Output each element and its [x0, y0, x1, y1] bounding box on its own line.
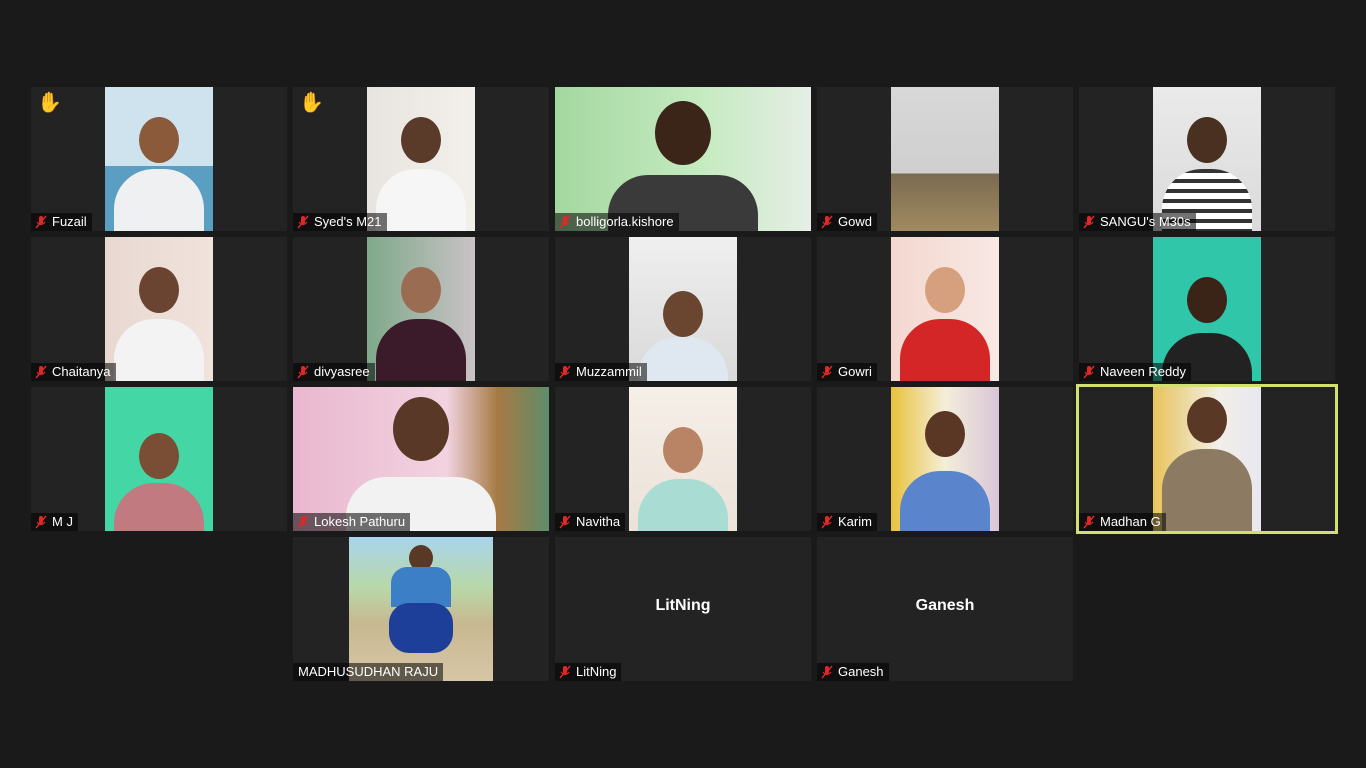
raised-hand-icon: ✋ — [37, 92, 62, 114]
participant-name-label: Chaitanya — [31, 363, 116, 381]
participant-name-label: Muzzammil — [555, 363, 647, 381]
participant-tile-lokesh-pathuru[interactable]: Lokesh Pathuru — [293, 387, 549, 531]
participant-tile-karim[interactable]: Karim — [817, 387, 1073, 531]
video-feed — [1153, 387, 1261, 531]
participant-name-label: Fuzail — [31, 213, 92, 231]
mic-muted-icon — [297, 515, 309, 529]
mic-muted-icon — [297, 215, 309, 229]
mic-muted-icon — [1083, 515, 1095, 529]
participant-tile-madhusudhan-raju[interactable]: MADHUSUDHAN RAJU — [293, 537, 549, 681]
video-feed — [367, 87, 475, 231]
participant-name-label: divyasree — [293, 363, 375, 381]
gallery-grid: ✋ Fuzail ✋ Syed's M21 bolligorla.kishore — [31, 87, 1338, 681]
participant-display-name: LitNing — [655, 597, 711, 614]
participant-name-label: Navitha — [555, 513, 626, 531]
mic-muted-icon — [35, 365, 47, 379]
mic-muted-icon — [821, 665, 833, 679]
participant-tile-ganesh[interactable]: Ganesh Ganesh — [817, 537, 1073, 681]
mic-muted-icon — [559, 365, 571, 379]
mic-muted-icon — [559, 665, 571, 679]
video-feed — [629, 387, 737, 531]
participant-name-label: Gowd — [817, 213, 877, 231]
participant-tile-divyasree[interactable]: divyasree — [293, 237, 549, 381]
participant-name-label: Naveen Reddy — [1079, 363, 1191, 381]
mic-muted-icon — [821, 365, 833, 379]
mic-muted-icon — [559, 215, 571, 229]
participant-name-label: Syed's M21 — [293, 213, 387, 231]
mic-muted-icon — [1083, 365, 1095, 379]
mic-muted-icon — [821, 515, 833, 529]
participant-tile-fuzail[interactable]: ✋ Fuzail — [31, 87, 287, 231]
mic-muted-icon — [559, 515, 571, 529]
participant-tile-naveen-reddy[interactable]: Naveen Reddy — [1079, 237, 1335, 381]
raised-hand-icon: ✋ — [299, 92, 324, 114]
participant-tile-syeds-m21[interactable]: ✋ Syed's M21 — [293, 87, 549, 231]
participant-name-label: MADHUSUDHAN RAJU — [293, 663, 444, 681]
participant-name-label: Gowri — [817, 363, 877, 381]
video-feed — [1153, 237, 1261, 381]
participant-tile-gowd[interactable]: Gowd — [817, 87, 1073, 231]
mic-muted-icon — [35, 215, 47, 229]
video-feed — [1153, 87, 1261, 231]
participant-name-label: LitNing — [555, 663, 622, 681]
participant-tile-navitha[interactable]: Navitha — [555, 387, 811, 531]
participant-tile-m-j[interactable]: M J — [31, 387, 287, 531]
video-feed — [891, 237, 999, 381]
participant-tile-chaitanya[interactable]: Chaitanya — [31, 237, 287, 381]
participant-name-label: Ganesh — [817, 663, 889, 681]
participant-tile-muzzammil[interactable]: Muzzammil — [555, 237, 811, 381]
participant-tile-madhan-g[interactable]: Madhan G — [1076, 384, 1338, 534]
participant-tile-sangus-m30s[interactable]: SANGU's M30s — [1079, 87, 1335, 231]
video-feed — [891, 387, 999, 531]
video-feed — [293, 387, 549, 531]
video-feed — [555, 87, 811, 231]
mic-muted-icon — [821, 215, 833, 229]
participant-name-label: Madhan G — [1079, 513, 1166, 531]
participant-name-label: M J — [31, 513, 78, 531]
participant-tile-gowri[interactable]: Gowri — [817, 237, 1073, 381]
mic-muted-icon — [1083, 215, 1095, 229]
video-feed — [105, 237, 213, 381]
video-feed — [349, 537, 493, 681]
participant-name-label: Lokesh Pathuru — [293, 513, 411, 531]
video-feed — [629, 237, 737, 381]
participant-name-label: SANGU's M30s — [1079, 213, 1196, 231]
participant-name-label: Karim — [817, 513, 877, 531]
video-feed — [367, 237, 475, 381]
participant-name-label: bolligorla.kishore — [555, 213, 679, 231]
mic-muted-icon — [297, 365, 309, 379]
participant-tile-litning[interactable]: LitNing LitNing — [555, 537, 811, 681]
video-feed — [891, 87, 999, 231]
zoom-gallery-window: { "window": {"title": "Zoom Meeting"}, "… — [0, 0, 1366, 768]
participant-tile-bolligorla-kishore[interactable]: bolligorla.kishore — [555, 87, 811, 231]
mic-muted-icon — [35, 515, 47, 529]
video-feed — [105, 87, 213, 231]
video-feed — [105, 387, 213, 531]
participant-display-name: Ganesh — [915, 597, 975, 614]
